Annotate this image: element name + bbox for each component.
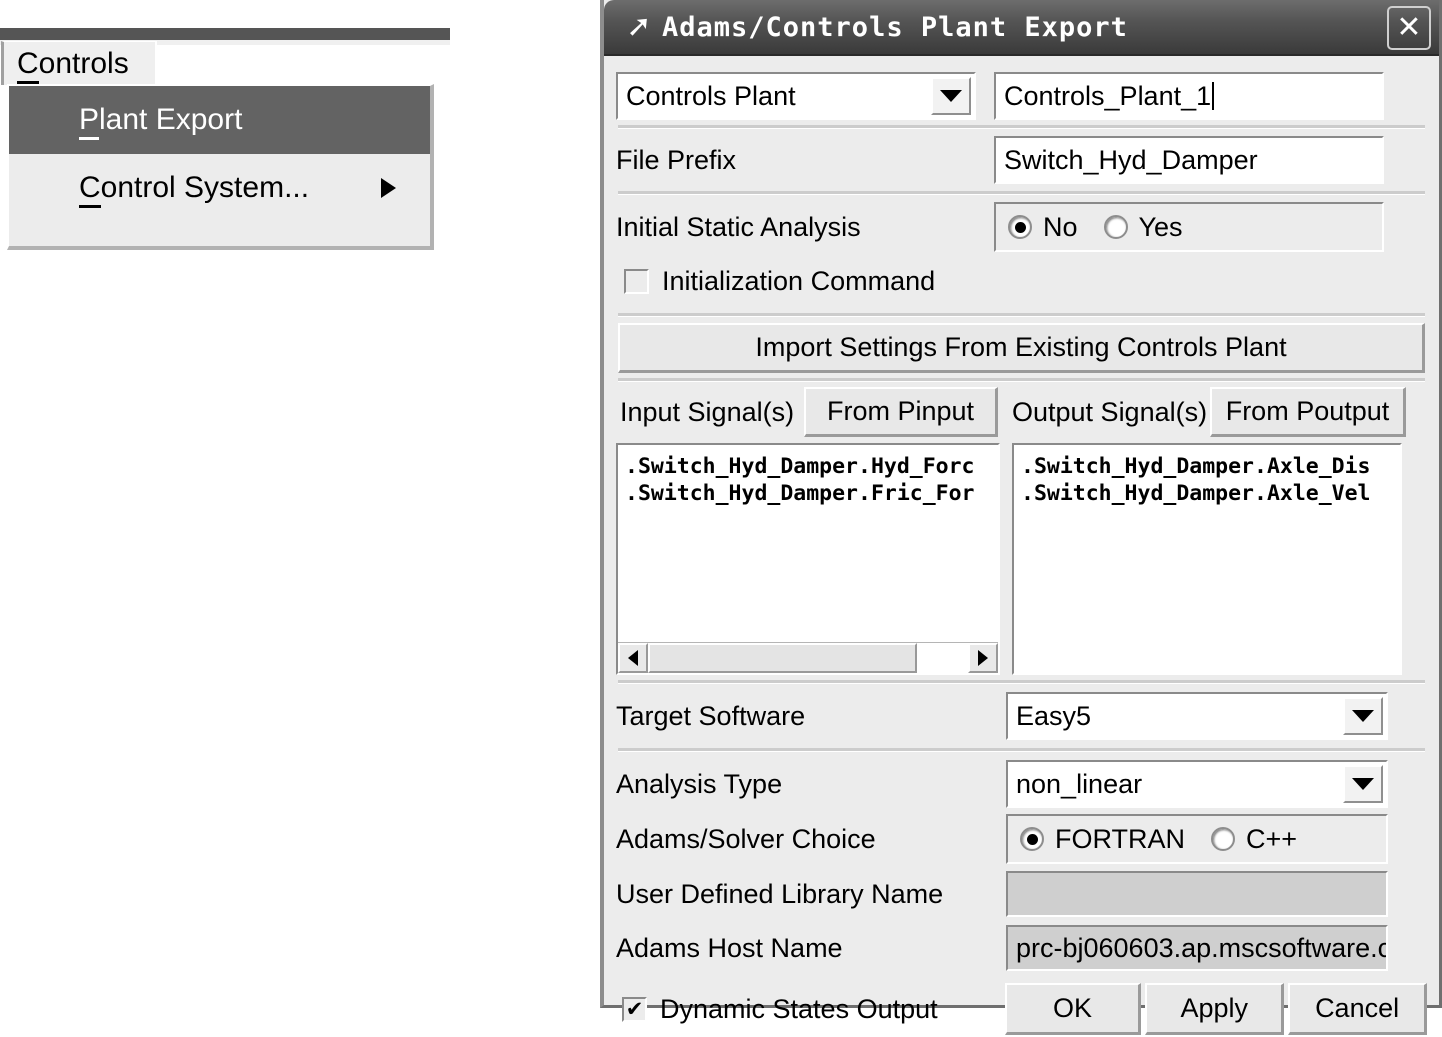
plant-export-dialog: ➚ Adams/Controls Plant Export ✕ Controls… xyxy=(600,0,1442,1035)
radio-solver-fortran[interactable]: FORTRAN xyxy=(1020,824,1185,855)
apply-button[interactable]: Apply xyxy=(1145,983,1285,1035)
menu-item-rest: lant Export xyxy=(99,103,243,136)
target-software-value: Easy5 xyxy=(1016,700,1092,731)
checkbox-label: Dynamic States Output xyxy=(660,993,938,1024)
menu-item-label: Control System... xyxy=(79,171,310,208)
dynamic-states-checkbox[interactable]: ✔ Dynamic States Output xyxy=(616,994,1005,1025)
dialog-titlebar: ➚ Adams/Controls Plant Export ✕ xyxy=(604,0,1439,56)
menu-item-plant-export[interactable]: Plant Export xyxy=(9,86,430,154)
radio-label: FORTRAN xyxy=(1055,823,1186,854)
output-signals-label: Output Signal(s) xyxy=(1012,396,1208,427)
divider xyxy=(618,125,1425,129)
chevron-right-icon xyxy=(381,178,396,198)
divider xyxy=(618,680,1425,684)
user-library-label: User Defined Library Name xyxy=(616,878,944,909)
radio-label: C++ xyxy=(1246,823,1298,854)
radio-initial-static-yes[interactable]: Yes xyxy=(1103,211,1183,243)
target-software-select[interactable]: Easy5 xyxy=(1006,692,1388,740)
checkbox-label: Initialization Command xyxy=(662,265,936,296)
dialog-title: Adams/Controls Plant Export xyxy=(662,11,1128,43)
plant-name-value: Controls_Plant_1 xyxy=(1004,80,1212,111)
input-signals-label: Input Signal(s) xyxy=(620,396,795,427)
output-signals-list[interactable]: .Switch_Hyd_Damper.Axle_Dis .Switch_Hyd_… xyxy=(1012,443,1402,675)
menu-title-mnemonic: C xyxy=(17,46,39,84)
host-name-input: prc-bj060603.ap.mscsoftware.com xyxy=(1006,925,1388,971)
plant-name-input[interactable]: Controls_Plant_1 xyxy=(994,72,1384,120)
chevron-down-icon[interactable] xyxy=(931,77,971,115)
solver-choice-radio-group: FORTRAN C++ xyxy=(1006,814,1388,864)
divider xyxy=(618,313,1425,317)
cancel-button[interactable]: Cancel xyxy=(1288,983,1427,1035)
controls-menu: Controls Plant Export Control System... xyxy=(0,28,450,250)
checkbox-box xyxy=(624,268,649,294)
checkbox-box: ✔ xyxy=(622,996,647,1022)
radio-label: Yes xyxy=(1138,211,1183,242)
analysis-type-value: non_linear xyxy=(1016,768,1143,799)
chevron-down-icon[interactable] xyxy=(1343,765,1383,803)
from-pinput-button[interactable]: From Pinput xyxy=(804,387,998,437)
close-icon[interactable]: ✕ xyxy=(1387,6,1431,50)
text-caret xyxy=(1212,82,1215,110)
scroll-left-button[interactable] xyxy=(618,643,648,673)
menu-item-label: Plant Export xyxy=(79,103,243,140)
target-software-label: Target Software xyxy=(616,700,806,731)
list-item[interactable]: .Switch_Hyd_Damper.Hyd_Forc xyxy=(618,453,998,480)
initialization-command-checkbox[interactable]: Initialization Command xyxy=(624,266,935,297)
menu-item-mnemonic: P xyxy=(79,103,100,140)
list-item[interactable]: .Switch_Hyd_Damper.Axle_Vel xyxy=(1014,480,1400,507)
divider xyxy=(618,378,1425,382)
host-name-label: Adams Host Name xyxy=(616,932,843,963)
solver-choice-label: Adams/Solver Choice xyxy=(616,823,876,854)
menu-title-rest: ontrols xyxy=(38,46,129,80)
menu-item-rest: ontrol System... xyxy=(100,171,310,204)
analysis-type-label: Analysis Type xyxy=(616,768,783,799)
radio-solver-cpp[interactable]: C++ xyxy=(1211,824,1297,855)
import-settings-button[interactable]: Import Settings From Existing Controls P… xyxy=(618,323,1425,373)
scroll-thumb[interactable] xyxy=(648,643,917,673)
menu-title-label: Controls xyxy=(4,46,129,84)
divider xyxy=(618,191,1425,195)
plant-type-select[interactable]: Controls Plant xyxy=(616,72,976,120)
initial-static-label: Initial Static Analysis xyxy=(616,211,861,242)
list-item[interactable]: .Switch_Hyd_Damper.Axle_Dis xyxy=(1014,453,1400,480)
adams-logo-icon: ➚ xyxy=(626,9,652,44)
ok-button[interactable]: OK xyxy=(1004,983,1142,1035)
initial-static-radio-group: No Yes xyxy=(994,202,1384,252)
chevron-down-icon[interactable] xyxy=(1343,697,1383,735)
menu-dropdown: Plant Export Control System... xyxy=(7,84,434,250)
scroll-track[interactable] xyxy=(648,643,968,673)
file-prefix-label: File Prefix xyxy=(616,144,737,175)
file-prefix-input[interactable]: Switch_Hyd_Damper xyxy=(994,136,1384,184)
scroll-right-button[interactable] xyxy=(968,643,998,673)
list-item[interactable]: .Switch_Hyd_Damper.Fric_For xyxy=(618,480,998,507)
from-poutput-button[interactable]: From Poutput xyxy=(1210,387,1406,437)
divider xyxy=(618,748,1425,752)
horizontal-scrollbar[interactable] xyxy=(618,642,998,673)
menu-item-control-system[interactable]: Control System... xyxy=(9,154,430,222)
menu-title-controls[interactable]: Controls xyxy=(1,41,157,85)
menu-item-mnemonic: C xyxy=(79,171,101,208)
analysis-type-select[interactable]: non_linear xyxy=(1006,760,1388,808)
user-library-input xyxy=(1006,871,1388,917)
radio-label: No xyxy=(1043,211,1078,242)
plant-type-value: Controls Plant xyxy=(626,80,796,111)
radio-initial-static-no[interactable]: No xyxy=(1008,212,1078,243)
input-signals-list[interactable]: .Switch_Hyd_Damper.Hyd_Forc .Switch_Hyd_… xyxy=(616,443,1000,675)
